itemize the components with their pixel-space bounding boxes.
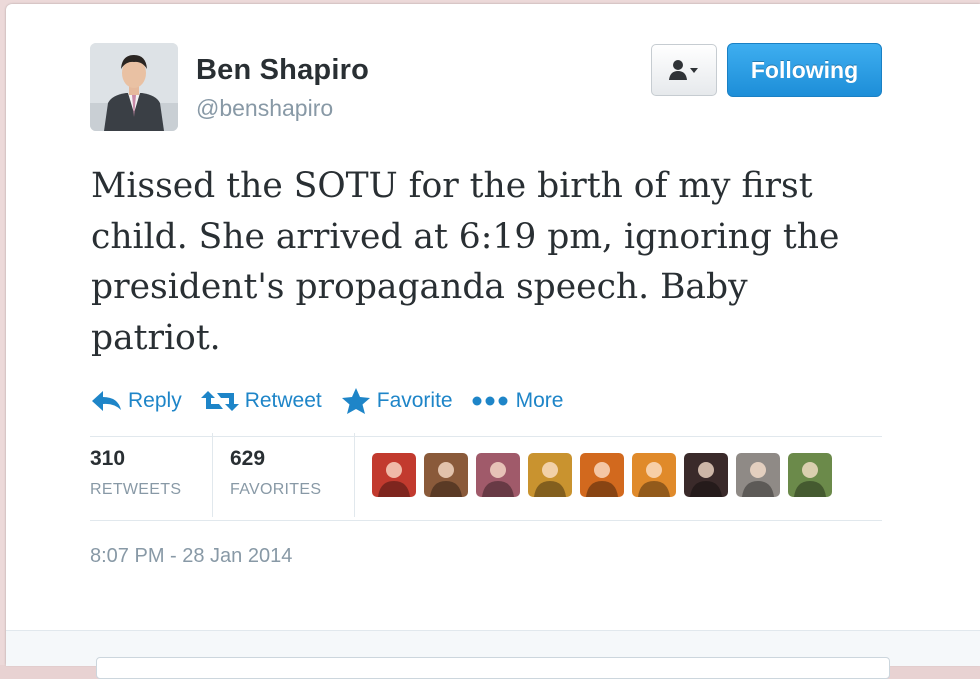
user-dropdown-icon — [669, 60, 698, 80]
reply-input-box[interactable] — [96, 657, 890, 679]
retweets-label: RETWEETS — [90, 481, 182, 498]
retweet-icon — [200, 391, 239, 411]
retweets-count: 310 — [90, 447, 126, 470]
favorites-count: 629 — [230, 447, 266, 470]
favorites-label: FAVORITES — [230, 481, 322, 498]
reply-label: Reply — [128, 389, 182, 412]
stats-divider-2 — [354, 433, 355, 517]
favorite-label: Favorite — [376, 389, 453, 412]
tweet-text: Missed the SOTU for the birth of my firs… — [91, 166, 840, 358]
tweet-actions: Reply Retweet Favorite More — [90, 384, 582, 418]
more-action[interactable]: More — [472, 389, 564, 413]
star-icon — [341, 388, 370, 414]
favorited-by-avatars — [372, 453, 832, 497]
favoriter-avatar[interactable] — [424, 453, 468, 497]
user-actions-button[interactable] — [651, 44, 717, 96]
favoriter-avatar[interactable] — [632, 453, 676, 497]
more-label: More — [515, 389, 564, 412]
author-name[interactable]: Ben Shapiro — [196, 54, 369, 87]
following-button[interactable]: Following — [727, 43, 882, 97]
favorites-stat[interactable]: 629 FAVORITES — [230, 447, 321, 499]
stats-bottom-divider — [90, 520, 882, 521]
favoriter-avatar[interactable] — [788, 453, 832, 497]
avatar-photo-icon — [90, 43, 178, 131]
author-handle[interactable]: @benshapiro — [196, 95, 333, 122]
retweet-label: Retweet — [244, 389, 322, 412]
favorite-action[interactable]: Favorite — [341, 387, 453, 415]
author-avatar[interactable] — [90, 43, 178, 131]
favoriter-avatar[interactable] — [528, 453, 572, 497]
favoriter-avatar[interactable] — [580, 453, 624, 497]
favoriter-avatar[interactable] — [476, 453, 520, 497]
favoriter-avatar[interactable] — [372, 453, 416, 497]
retweets-stat[interactable]: 310 RETWEETS — [90, 447, 181, 499]
tweet-timestamp[interactable]: 8:07 PM - 28 Jan 2014 — [90, 545, 292, 568]
more-dots-icon — [472, 396, 508, 406]
reply-action[interactable]: Reply — [90, 389, 182, 413]
stats-divider-1 — [212, 433, 213, 517]
reply-icon — [92, 391, 121, 411]
favoriter-avatar[interactable] — [736, 453, 780, 497]
stats-top-divider — [90, 436, 882, 437]
favoriter-avatar[interactable] — [684, 453, 728, 497]
retweet-action[interactable]: Retweet — [200, 389, 322, 413]
